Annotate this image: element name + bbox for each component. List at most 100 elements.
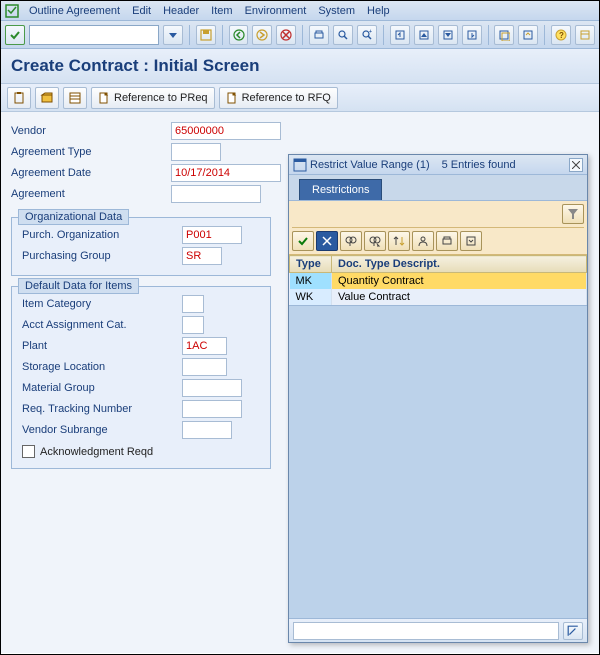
cell-desc: Quantity Contract: [332, 273, 587, 290]
header-button[interactable]: [35, 87, 59, 109]
shortcut-button[interactable]: [518, 25, 538, 45]
popup-title-right: 5 Entries found: [442, 159, 516, 171]
material-group-input[interactable]: [182, 379, 242, 397]
menu-system[interactable]: System: [312, 3, 361, 19]
exit-button[interactable]: [252, 25, 272, 45]
overview-button[interactable]: [63, 87, 87, 109]
menu-item[interactable]: Item: [205, 3, 238, 19]
org-group: Organizational Data Purch. Organization …: [11, 217, 271, 276]
separator: [383, 25, 384, 45]
next-page-button[interactable]: [438, 25, 458, 45]
print-button[interactable]: [309, 25, 329, 45]
separator: [189, 25, 190, 45]
col-type[interactable]: Type: [290, 256, 332, 273]
acct-assign-label: Acct Assignment Cat.: [22, 319, 182, 331]
req-tracking-input[interactable]: [182, 400, 242, 418]
purch-org-input[interactable]: [182, 226, 242, 244]
menu-edit[interactable]: Edit: [126, 3, 157, 19]
find-button-popup[interactable]: [340, 231, 362, 251]
enter-button[interactable]: [5, 25, 25, 45]
purch-group-label: Purchasing Group: [22, 250, 182, 262]
menu-environment[interactable]: Environment: [239, 3, 313, 19]
item-category-input[interactable]: [182, 295, 204, 313]
menu-header[interactable]: Header: [157, 3, 205, 19]
ref-rfq-button[interactable]: Reference to RFQ: [219, 87, 338, 109]
popup-window-icon: [293, 158, 307, 172]
table-row[interactable]: MK Quantity Contract: [290, 273, 587, 290]
help-button[interactable]: ?: [551, 25, 571, 45]
filter-icon-button[interactable]: [562, 204, 584, 224]
dropdown-button[interactable]: [163, 25, 183, 45]
cancel-button[interactable]: [276, 25, 296, 45]
plant-label: Plant: [22, 340, 182, 352]
command-field[interactable]: [29, 25, 159, 45]
cell-type: WK: [290, 289, 332, 305]
continue-button[interactable]: [292, 231, 314, 251]
download-button[interactable]: [460, 231, 482, 251]
layout-button[interactable]: [575, 25, 595, 45]
vendor-label: Vendor: [11, 125, 171, 137]
item-category-label: Item Category: [22, 298, 182, 310]
table-row[interactable]: WK Value Contract: [290, 289, 587, 305]
find-next-button[interactable]: +: [357, 25, 377, 45]
back-button[interactable]: [229, 25, 249, 45]
purch-group-input[interactable]: [182, 247, 222, 265]
document-icon: [98, 92, 110, 104]
app-toolbar: Reference to PReq Reference to RFQ: [1, 84, 599, 112]
ref-preq-label: Reference to PReq: [114, 92, 208, 104]
menu-help[interactable]: Help: [361, 3, 396, 19]
defaults-group-title: Default Data for Items: [18, 278, 139, 294]
ack-reqd-checkbox[interactable]: [22, 445, 35, 458]
find-button[interactable]: [333, 25, 353, 45]
result-table: Type Doc. Type Descript. MK Quantity Con…: [289, 255, 587, 305]
popup-titlebar: Restrict Value Range (1) 5 Entries found: [289, 155, 587, 175]
value-help-popup: Restrict Value Range (1) 5 Entries found…: [288, 154, 588, 643]
status-expand-button[interactable]: [563, 622, 583, 640]
last-page-button[interactable]: [462, 25, 482, 45]
separator: [488, 25, 489, 45]
popup-toolbar-area: [289, 201, 587, 255]
prev-page-button[interactable]: [414, 25, 434, 45]
standard-toolbar: + ?: [1, 21, 599, 49]
new-session-button[interactable]: [494, 25, 514, 45]
sap-menu-icon[interactable]: [5, 4, 19, 18]
acct-assign-input[interactable]: [182, 316, 204, 334]
personal-list-button[interactable]: [412, 231, 434, 251]
close-icon: [572, 161, 580, 169]
vendor-subrange-label: Vendor Subrange: [22, 424, 182, 436]
agreement-input[interactable]: [171, 185, 261, 203]
clipboard-button[interactable]: [7, 87, 31, 109]
popup-statusbar: [289, 618, 587, 642]
storage-loc-label: Storage Location: [22, 361, 182, 373]
vendor-input[interactable]: [171, 122, 281, 140]
ack-reqd-row: Acknowledgment Reqd: [22, 445, 260, 458]
ref-rfq-label: Reference to RFQ: [242, 92, 331, 104]
menu-outline-agreement[interactable]: Outline Agreement: [23, 3, 126, 19]
print-button-popup[interactable]: [436, 231, 458, 251]
separator: [544, 25, 545, 45]
save-button[interactable]: [196, 25, 216, 45]
storage-loc-input[interactable]: [182, 358, 227, 376]
material-group-label: Material Group: [22, 382, 182, 394]
ref-preq-button[interactable]: Reference to PReq: [91, 87, 215, 109]
vendor-subrange-input[interactable]: [182, 421, 232, 439]
agreement-label: Agreement: [11, 188, 171, 200]
plant-input[interactable]: [182, 337, 227, 355]
cancel-search-button[interactable]: [316, 231, 338, 251]
col-desc[interactable]: Doc. Type Descript.: [332, 256, 587, 273]
agreement-type-input[interactable]: [171, 143, 221, 161]
org-group-title: Organizational Data: [18, 209, 129, 225]
popup-close-button[interactable]: [569, 158, 583, 172]
document-icon: [226, 92, 238, 104]
first-page-button[interactable]: [390, 25, 410, 45]
find-next-button-popup[interactable]: [364, 231, 386, 251]
separator: [302, 25, 303, 45]
tab-restrictions[interactable]: Restrictions: [299, 179, 382, 200]
agreement-date-input[interactable]: [171, 164, 281, 182]
cell-desc: Value Contract: [332, 289, 587, 305]
agreement-type-label: Agreement Type: [11, 146, 171, 158]
sort-button[interactable]: [388, 231, 410, 251]
defaults-group: Default Data for Items Item Category Acc…: [11, 286, 271, 469]
purch-org-label: Purch. Organization: [22, 229, 182, 241]
popup-title-left: Restrict Value Range (1): [310, 159, 430, 171]
